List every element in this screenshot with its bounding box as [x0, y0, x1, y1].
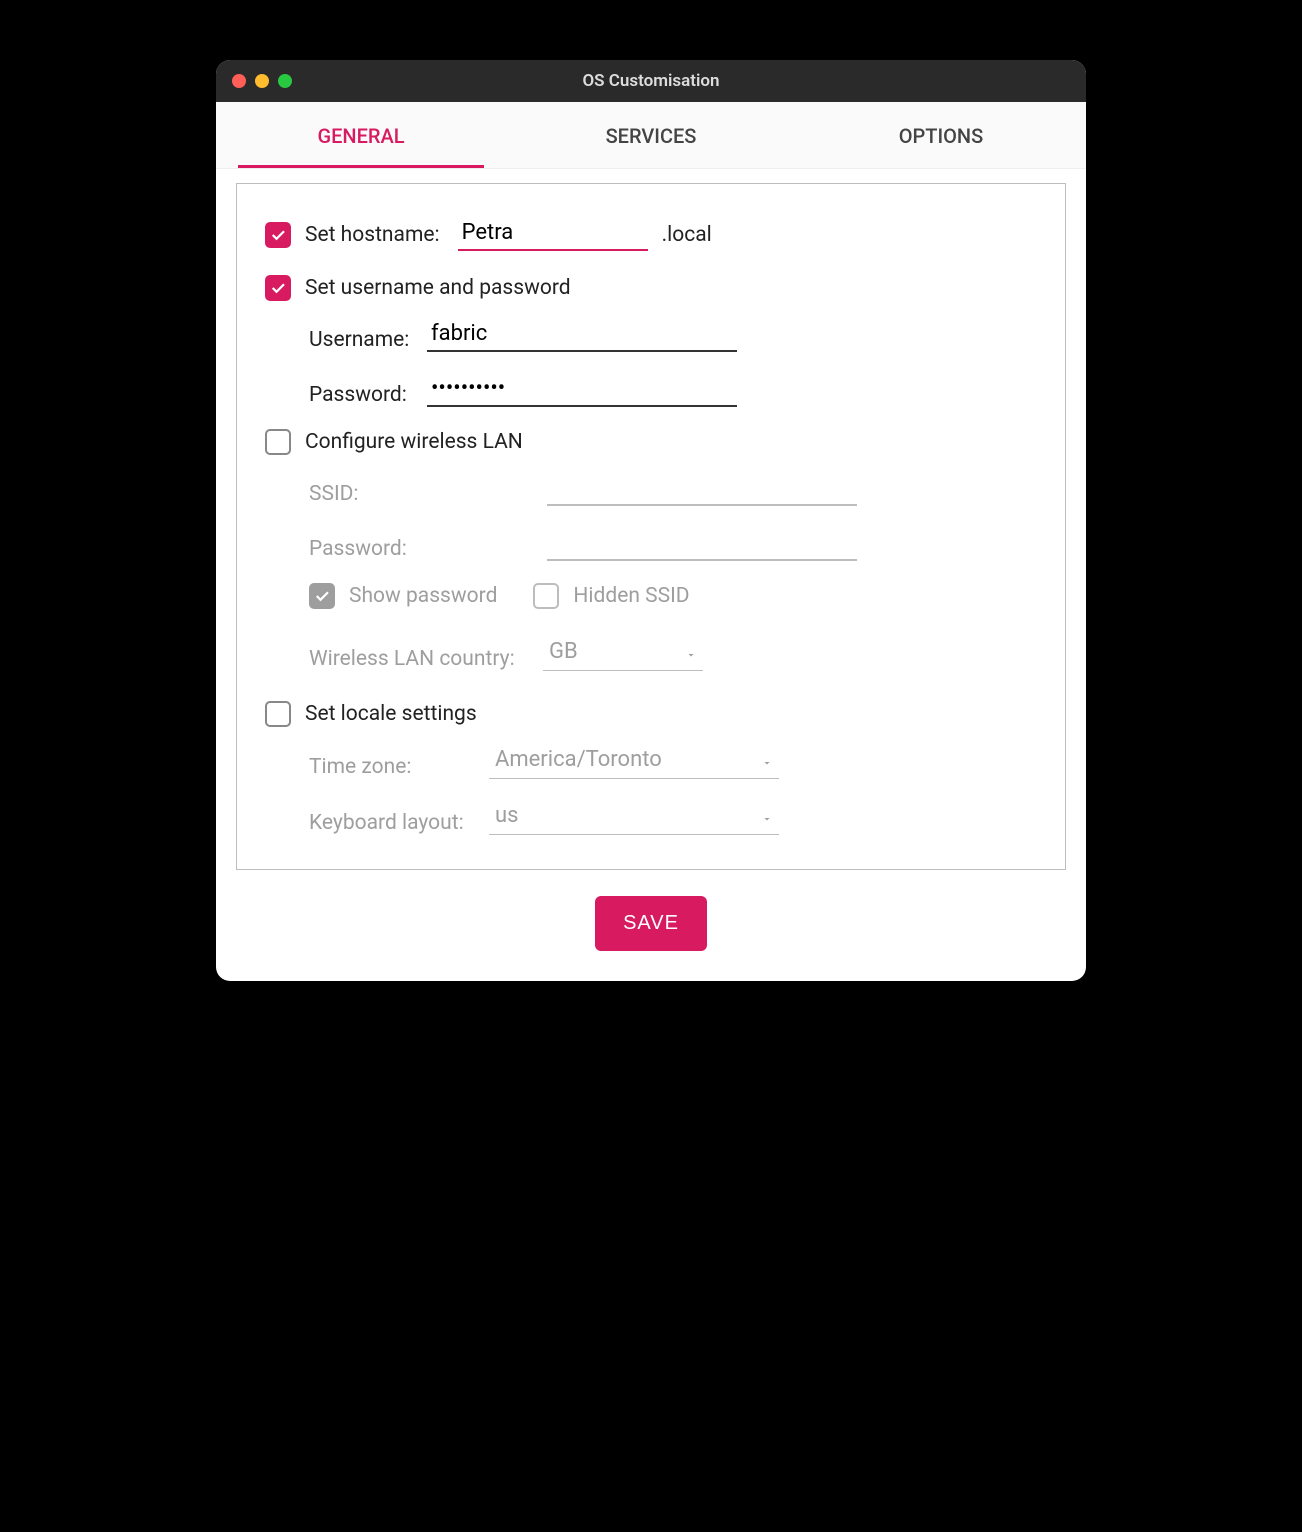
titlebar: OS Customisation: [216, 60, 1086, 102]
chevron-down-icon: [761, 754, 773, 766]
hostname-input[interactable]: [458, 218, 648, 251]
general-panel: Set hostname: .local Set username and pa…: [236, 183, 1066, 870]
hidden-ssid-checkbox[interactable]: [533, 583, 559, 609]
keyboard-label: Keyboard layout:: [309, 811, 489, 835]
hostname-checkbox[interactable]: [265, 222, 291, 248]
tab-options[interactable]: OPTIONS: [796, 102, 1086, 168]
tab-general[interactable]: GENERAL: [216, 102, 506, 168]
username-label: Username:: [309, 328, 427, 352]
tab-services[interactable]: SERVICES: [506, 102, 796, 168]
wifi-country-select[interactable]: GB: [543, 637, 703, 671]
timezone-label: Time zone:: [309, 755, 489, 779]
minimize-icon[interactable]: [255, 74, 269, 88]
keyboard-value: us: [495, 803, 745, 828]
locale-row: Set locale settings: [265, 701, 1037, 727]
wifi-label: Configure wireless LAN: [305, 430, 523, 454]
wifi-options-row: Show password Hidden SSID: [309, 583, 1037, 609]
hostname-suffix: .local: [662, 223, 712, 247]
password-label: Password:: [309, 383, 427, 407]
window-title: OS Customisation: [232, 71, 1070, 91]
maximize-icon[interactable]: [278, 74, 292, 88]
hostname-row: Set hostname: .local: [265, 218, 1037, 251]
userpass-checkbox[interactable]: [265, 275, 291, 301]
password-input[interactable]: [427, 374, 737, 407]
ssid-input[interactable]: [547, 473, 857, 506]
wifi-password-input[interactable]: [547, 528, 857, 561]
timezone-value: America/Toronto: [495, 747, 745, 772]
save-button[interactable]: SAVE: [595, 896, 707, 951]
userpass-label: Set username and password: [305, 276, 571, 300]
wifi-password-label: Password:: [309, 537, 427, 561]
ssid-label: SSID:: [309, 482, 427, 506]
traffic-lights: [232, 74, 292, 88]
wifi-country-label: Wireless LAN country:: [309, 647, 543, 671]
timezone-select[interactable]: America/Toronto: [489, 745, 779, 779]
keyboard-select[interactable]: us: [489, 801, 779, 835]
userpass-subblock: Username: Password:: [309, 319, 1037, 407]
wifi-checkbox[interactable]: [265, 429, 291, 455]
hidden-ssid-label: Hidden SSID: [573, 584, 689, 608]
locale-subblock: Time zone: America/Toronto Keyboard layo…: [309, 745, 1037, 835]
show-password-checkbox[interactable]: [309, 583, 335, 609]
tabbar: GENERAL SERVICES OPTIONS: [216, 102, 1086, 169]
locale-label: Set locale settings: [305, 702, 477, 726]
show-password-label: Show password: [349, 584, 497, 608]
chevron-down-icon: [761, 810, 773, 822]
locale-checkbox[interactable]: [265, 701, 291, 727]
wifi-row: Configure wireless LAN: [265, 429, 1037, 455]
close-icon[interactable]: [232, 74, 246, 88]
chevron-down-icon: [685, 646, 697, 658]
footer: SAVE: [216, 870, 1086, 981]
hostname-label: Set hostname:: [305, 223, 440, 247]
username-input[interactable]: [427, 319, 737, 352]
wifi-country-value: GB: [549, 639, 669, 664]
os-customisation-window: OS Customisation GENERAL SERVICES OPTION…: [216, 60, 1086, 981]
wifi-subblock: SSID: Password: Show password Hidden SSI…: [309, 473, 1037, 671]
userpass-row: Set username and password: [265, 275, 1037, 301]
